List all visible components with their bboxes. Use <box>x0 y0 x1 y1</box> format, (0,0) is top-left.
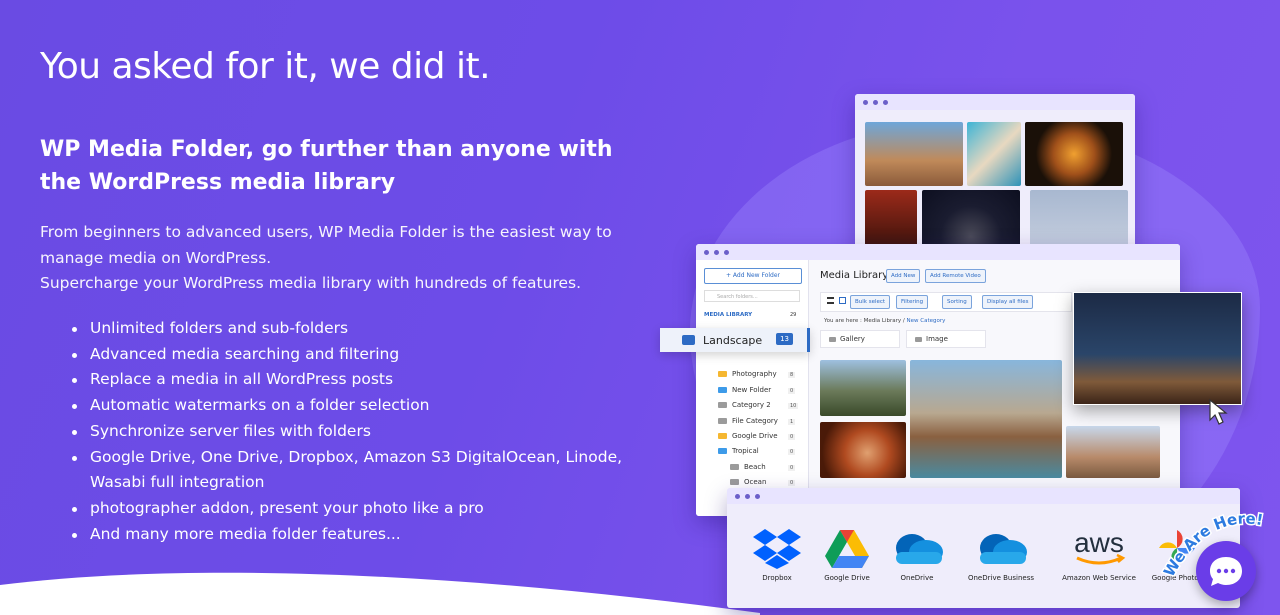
chat-button[interactable] <box>1196 541 1256 601</box>
folder-item-file-category[interactable]: File Category <box>718 417 778 425</box>
folder-search-input[interactable]: Search folders... <box>704 290 800 302</box>
dragged-photo[interactable] <box>1073 292 1242 405</box>
feature-item: Google Drive, One Drive, Dropbox, Amazon… <box>72 445 632 496</box>
feature-item: photographer addon, present your photo l… <box>72 496 632 522</box>
folder-item-google-drive[interactable]: Google Drive <box>718 432 778 440</box>
description: From beginners to advanced users, WP Med… <box>40 220 630 297</box>
folder-count: 0 <box>788 465 796 471</box>
folder-icon <box>829 336 836 342</box>
folder-chip-gallery[interactable]: Gallery <box>820 330 900 348</box>
folder-item-beach[interactable]: Beach <box>730 463 766 471</box>
folder-icon <box>718 448 727 454</box>
bulk-select-button[interactable]: Bulk select <box>850 295 891 309</box>
mouse-cursor-icon <box>1209 398 1228 425</box>
google-drive-icon <box>807 526 887 570</box>
folder-item-tropical[interactable]: Tropical <box>718 447 759 455</box>
cloud-services-window: Dropbox Google Drive OneDrive OneDrive B… <box>727 488 1240 608</box>
page-subheadline: WP Media Folder, go further than anyone … <box>40 137 613 195</box>
feature-item: Replace a media in all WordPress posts <box>72 367 632 393</box>
photo-thumbnail <box>865 122 963 186</box>
grid-view-icon[interactable] <box>839 297 846 304</box>
folder-count: 10 <box>788 403 799 409</box>
feature-item: Automatic watermarks on a folder selecti… <box>72 393 632 419</box>
sorting-button[interactable]: Sorting <box>942 295 972 309</box>
service-onedrive: OneDrive <box>877 526 957 582</box>
folder-item-category-2[interactable]: Category 2 <box>718 401 771 409</box>
folder-chip-image[interactable]: Image <box>906 330 986 348</box>
feature-item: And many more media folder features... <box>72 522 632 548</box>
feature-item: Synchronize server files with folders <box>72 419 632 445</box>
media-thumbnail[interactable] <box>910 360 1062 478</box>
service-aws: aws Amazon Web Service <box>1059 526 1139 582</box>
feature-list: Unlimited folders and sub-folders Advanc… <box>72 316 632 547</box>
folder-icon <box>718 418 727 424</box>
folder-icon <box>718 387 727 393</box>
folder-count: 0 <box>788 434 796 440</box>
breadcrumb: You are here : Media Library / New Categ… <box>824 318 946 324</box>
folder-count: 0 <box>788 449 796 455</box>
photo-thumbnail <box>1025 122 1123 186</box>
feature-item: Unlimited folders and sub-folders <box>72 316 632 342</box>
service-google-drive: Google Drive <box>807 526 887 582</box>
photo-thumbnail <box>967 122 1021 186</box>
service-dropbox: Dropbox <box>737 526 817 582</box>
service-onedrive-business: OneDrive Business <box>961 526 1041 582</box>
window-titlebar <box>696 244 1180 260</box>
media-thumbnail[interactable] <box>820 422 906 478</box>
folder-count: 0 <box>788 388 796 394</box>
chat-bubble-icon <box>1210 557 1242 586</box>
folder-item-new-folder[interactable]: New Folder <box>718 386 771 394</box>
folder-icon <box>718 371 727 377</box>
media-library-count: 29 <box>790 312 797 318</box>
add-new-button[interactable]: Add New <box>886 269 921 283</box>
folder-icon <box>718 402 727 408</box>
display-all-files-button[interactable]: Display all files <box>982 295 1034 309</box>
folder-item-photography[interactable]: Photography <box>718 370 777 378</box>
dropbox-icon <box>737 526 817 570</box>
onedrive-icon <box>877 526 957 570</box>
folder-icon <box>730 479 739 485</box>
folder-icon <box>718 433 727 439</box>
folder-sidebar: + Add New Folder Search folders... MEDIA… <box>696 260 809 516</box>
folder-count: 1 <box>788 419 796 425</box>
list-view-icon[interactable] <box>827 297 834 304</box>
onedrive-business-icon <box>961 526 1041 570</box>
gallery-window <box>855 94 1135 264</box>
folder-item-ocean[interactable]: Ocean <box>730 478 766 486</box>
media-thumbnail[interactable] <box>1066 426 1160 478</box>
feature-item: Advanced media searching and filtering <box>72 342 632 368</box>
folder-icon <box>915 336 922 342</box>
add-remote-video-button[interactable]: Add Remote Video <box>925 269 986 283</box>
window-titlebar <box>727 488 1240 504</box>
window-titlebar <box>855 94 1135 110</box>
description-line: Supercharge your WordPress media library… <box>40 274 582 292</box>
bottom-wave <box>0 572 760 615</box>
aws-icon: aws <box>1059 526 1139 570</box>
folder-count: 0 <box>788 480 796 486</box>
add-new-folder-button[interactable]: + Add New Folder <box>704 268 802 284</box>
folder-item-landscape[interactable]: Landscape 13 <box>660 328 810 352</box>
media-thumbnail[interactable] <box>820 360 906 416</box>
folder-count: 8 <box>788 372 796 378</box>
page-headline: You asked for it, we did it. <box>40 46 491 87</box>
filtering-button[interactable]: Filtering <box>896 295 929 309</box>
folder-count-badge: 13 <box>776 333 793 345</box>
description-line: From beginners to advanced users, WP Med… <box>40 223 612 267</box>
folder-icon <box>682 335 695 345</box>
media-library-root[interactable]: MEDIA LIBRARY <box>704 312 752 318</box>
folder-icon <box>730 464 739 470</box>
media-library-title: Media Library <box>820 270 889 281</box>
svg-text:aws: aws <box>1074 527 1124 558</box>
